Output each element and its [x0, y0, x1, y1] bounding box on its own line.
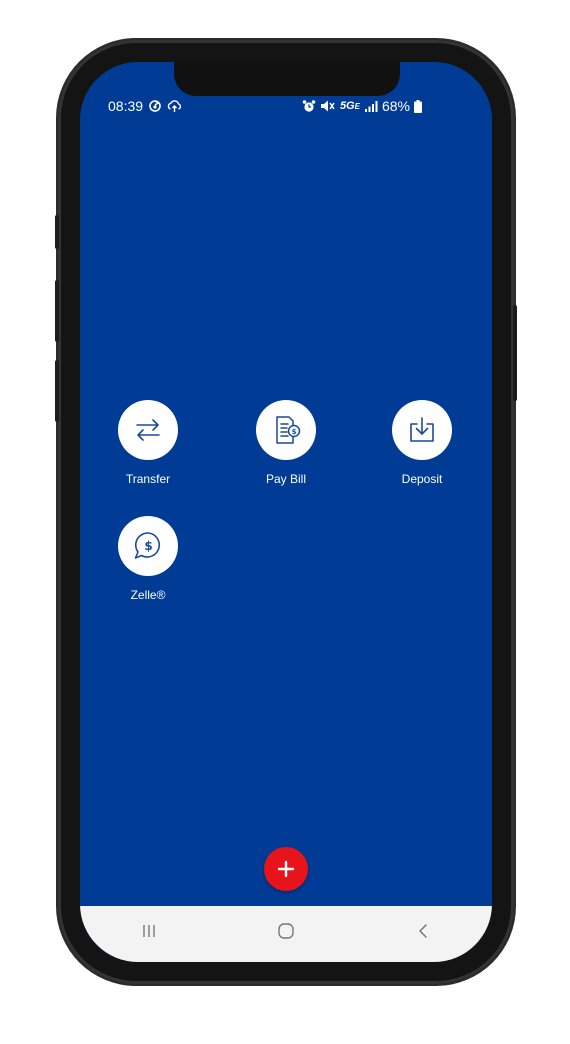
status-bar: 08:39 5GE 68% [80, 98, 492, 116]
system-nav-bar [80, 906, 492, 962]
phone-side-button [513, 305, 517, 401]
svg-text:$: $ [144, 539, 152, 553]
phone-side-button [55, 280, 59, 342]
zelle-label: Zelle® [130, 588, 166, 602]
zelle-dollar-bubble-icon: $ [130, 528, 166, 564]
pay-bill-action[interactable]: $ Pay Bill [231, 400, 341, 486]
battery-percent: 68% [381, 98, 410, 114]
zelle-button[interactable]: $ [118, 516, 178, 576]
app-screen: 08:39 5GE 68% Transfer $ Pay Bill Deposi… [80, 62, 492, 962]
deposit-label: Deposit [401, 472, 443, 486]
pay-bill-label: Pay Bill [265, 472, 306, 486]
alarm-icon [302, 99, 316, 113]
add-fab-button[interactable] [264, 847, 308, 891]
status-time: 08:39 [108, 98, 144, 114]
transfer-label: Transfer [125, 472, 171, 486]
home-icon [277, 922, 295, 940]
signal-icon [364, 100, 378, 112]
status-left: 08:39 [108, 98, 182, 114]
quick-actions: Transfer $ Pay Bill Deposit $ Zelle® [80, 400, 492, 620]
back-icon [416, 923, 430, 939]
home-button[interactable] [256, 911, 316, 951]
deposit-download-icon [405, 413, 439, 447]
phone-side-button [55, 215, 59, 249]
svg-text:$: $ [292, 428, 297, 436]
battery-icon [414, 99, 422, 113]
recent-apps-button[interactable] [119, 911, 179, 951]
status-right: 5GE 68% [302, 98, 422, 114]
network-sub-label: E [354, 102, 360, 111]
deposit-action[interactable]: Deposit [367, 400, 477, 486]
transfer-arrows-icon [132, 414, 164, 446]
network-label: 5G [339, 100, 355, 112]
zelle-action[interactable]: $ Zelle® [93, 516, 203, 602]
recent-apps-icon [141, 923, 157, 939]
network-type: 5GE [340, 100, 360, 112]
sync-icon [148, 99, 162, 113]
bill-dollar-icon: $ [269, 413, 303, 447]
camera-notch [174, 62, 400, 96]
transfer-action[interactable]: Transfer [93, 400, 203, 486]
back-button[interactable] [393, 911, 453, 951]
phone-side-button [55, 360, 59, 422]
mute-icon [320, 99, 336, 113]
plus-icon [277, 860, 295, 878]
deposit-button[interactable] [392, 400, 452, 460]
cloud-upload-icon [167, 99, 182, 113]
pay-bill-button[interactable]: $ [256, 400, 316, 460]
transfer-button[interactable] [118, 400, 178, 460]
